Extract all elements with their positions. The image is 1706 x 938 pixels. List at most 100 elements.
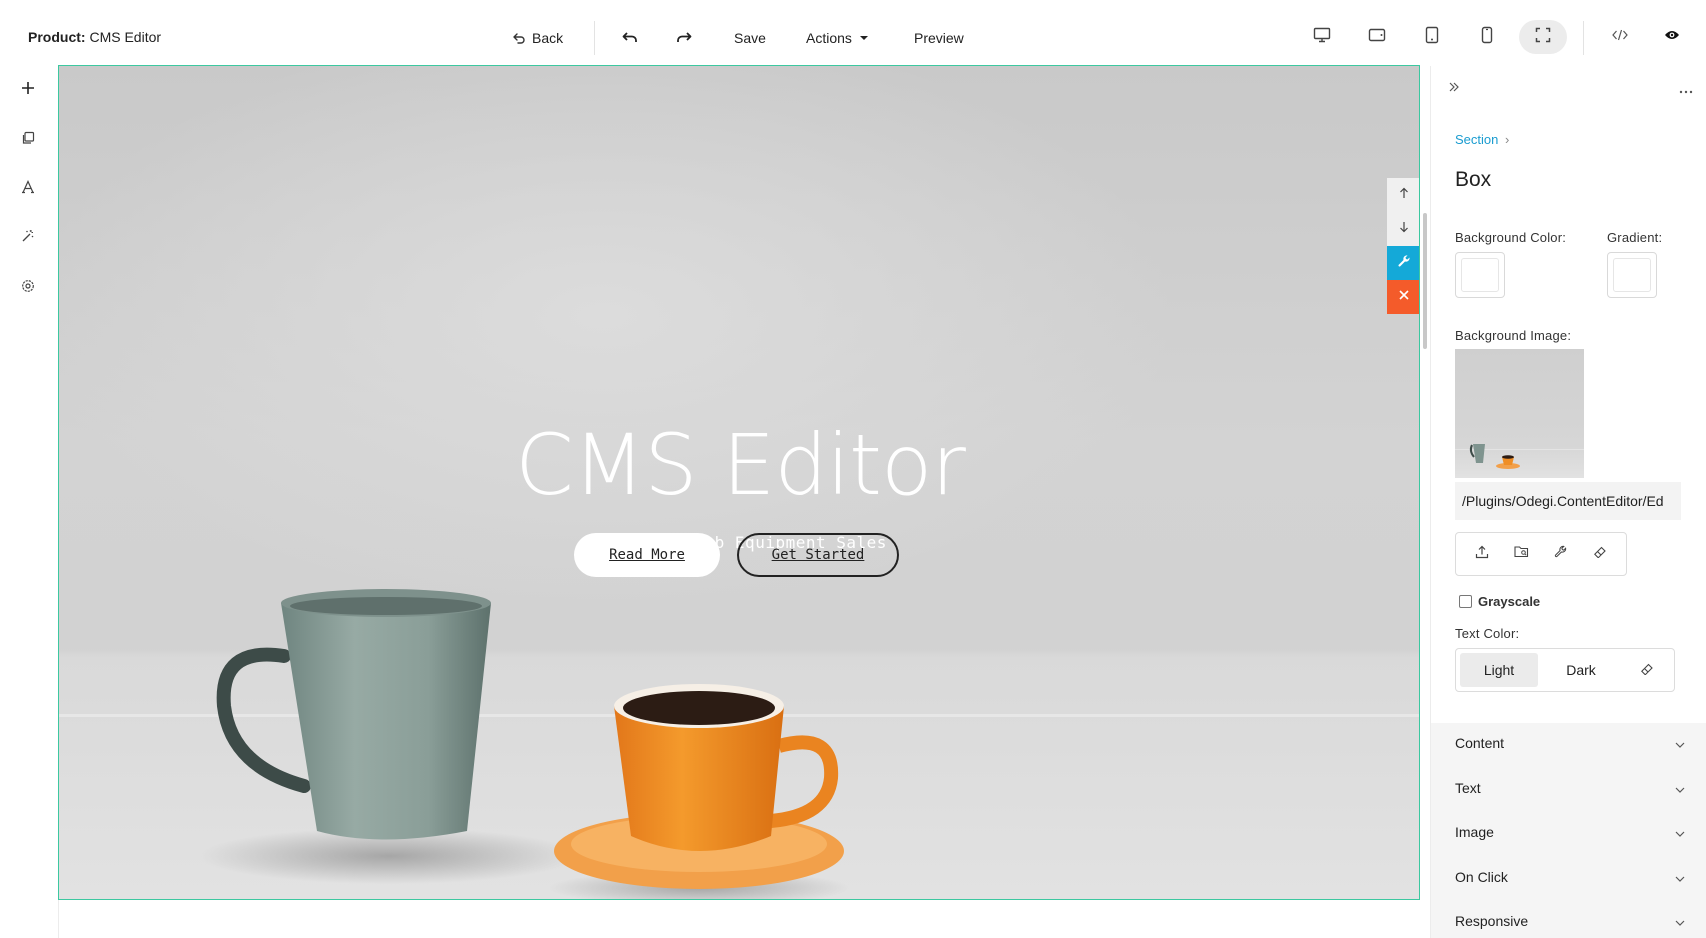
canvas-scrollbar[interactable]: [1423, 213, 1427, 349]
section-settings-button[interactable]: [1387, 246, 1419, 280]
redo-button[interactable]: [676, 20, 692, 56]
accordion-on-click[interactable]: On Click: [1431, 857, 1706, 897]
typography-icon: [21, 179, 35, 199]
accordion-label: On Click: [1455, 869, 1508, 885]
accordion-responsive[interactable]: Responsive: [1431, 901, 1706, 938]
plus-icon: [21, 81, 35, 100]
mobile-view-button[interactable]: [1463, 20, 1511, 54]
top-toolbar: Product: CMS Editor Back Save Actions Pr…: [0, 0, 1706, 66]
preview-button[interactable]: Preview: [914, 20, 964, 56]
close-icon: [1398, 288, 1410, 306]
tablet-portrait-icon: [1425, 26, 1439, 49]
text-color-dark-option[interactable]: Dark: [1538, 653, 1624, 687]
image-tools: [1455, 532, 1627, 576]
wrench-icon: [1397, 254, 1411, 273]
toolbar-divider: [594, 21, 595, 55]
eye-icon: [1664, 28, 1680, 46]
fullscreen-view-button[interactable]: [1519, 20, 1567, 54]
eraser-icon: [1593, 545, 1607, 564]
upload-image-button[interactable]: [1467, 539, 1497, 569]
clear-image-button[interactable]: [1585, 539, 1615, 569]
chevron-down-icon: [1675, 913, 1685, 929]
mobile-icon: [1481, 26, 1493, 49]
product-label: Product:: [28, 29, 86, 45]
typography-button[interactable]: [16, 177, 40, 201]
fullscreen-icon: [1535, 27, 1551, 48]
back-label: Back: [532, 30, 564, 46]
chevron-down-icon: [1675, 780, 1685, 796]
chevron-down-icon: [1675, 735, 1685, 751]
save-button[interactable]: Save: [734, 20, 766, 56]
properties-panel: Section › Box Background Color: Gradient…: [1430, 66, 1706, 938]
clear-text-color-button[interactable]: [1624, 653, 1670, 687]
folder-search-icon: [1514, 545, 1529, 563]
back-button[interactable]: Back: [512, 20, 563, 56]
design-tools-button[interactable]: [16, 226, 40, 250]
upload-icon: [1475, 545, 1489, 564]
back-icon: [512, 31, 526, 45]
breadcrumb-separator: ›: [1505, 132, 1510, 147]
grayscale-option: Grayscale: [1459, 594, 1540, 609]
magic-wand-icon: [21, 229, 35, 248]
accordion-label: Image: [1455, 824, 1494, 840]
accordion-label: Text: [1455, 780, 1481, 796]
panel-title: Box: [1455, 168, 1492, 191]
accordion-label: Content: [1455, 735, 1505, 751]
editor-canvas[interactable]: CMS Editor Built For Lab Equipment Sales…: [58, 65, 1420, 900]
tablet-landscape-view-button[interactable]: [1353, 20, 1401, 54]
visibility-toggle-button[interactable]: [1648, 20, 1696, 54]
background-image-path-input[interactable]: /Plugins/Odegi.ContentEditor/Ed: [1455, 482, 1681, 520]
get-started-button[interactable]: Get Started: [737, 533, 899, 577]
accordion-label: Responsive: [1455, 913, 1529, 929]
undo-button[interactable]: [622, 20, 638, 56]
move-down-button[interactable]: [1387, 212, 1419, 246]
product-title: Product: CMS Editor: [28, 29, 161, 45]
hero-title[interactable]: CMS Editor: [59, 416, 1419, 514]
wrench-icon: [1554, 545, 1567, 563]
browse-images-button[interactable]: [1506, 539, 1536, 569]
undo-icon: [622, 31, 638, 45]
desktop-icon: [1313, 27, 1331, 48]
actions-dropdown[interactable]: Actions: [806, 20, 868, 56]
caret-down-icon: [859, 35, 868, 41]
product-name: CMS Editor: [89, 29, 162, 45]
chevron-down-icon: [1675, 869, 1685, 885]
settings-button[interactable]: [16, 276, 40, 300]
blocks-library-button[interactable]: [16, 128, 40, 152]
add-block-button[interactable]: [16, 78, 40, 102]
double-chevron-right-icon: [1447, 81, 1461, 98]
actions-label: Actions: [806, 30, 852, 46]
breadcrumb-section[interactable]: Section: [1455, 132, 1498, 147]
chevron-down-icon: [1675, 824, 1685, 840]
grayscale-checkbox[interactable]: [1459, 595, 1472, 608]
desktop-view-button[interactable]: [1298, 20, 1346, 54]
copy-icon: [21, 131, 35, 150]
tablet-portrait-view-button[interactable]: [1408, 20, 1456, 54]
background-image-thumbnail[interactable]: [1455, 349, 1584, 478]
accordion-sections: Content Text Image On Click Responsive: [1431, 723, 1706, 938]
gradient-label: Gradient:: [1607, 230, 1663, 245]
background-color-picker[interactable]: [1455, 252, 1505, 298]
background-color-label: Background Color:: [1455, 230, 1567, 245]
text-color-label: Text Color:: [1455, 626, 1520, 641]
accordion-image[interactable]: Image: [1431, 812, 1706, 852]
image-settings-button[interactable]: [1546, 539, 1576, 569]
delete-section-button[interactable]: [1387, 280, 1419, 314]
read-more-button[interactable]: Read More: [574, 533, 720, 577]
collapse-panel-button[interactable]: [1447, 80, 1461, 99]
grayscale-label: Grayscale: [1478, 594, 1541, 609]
move-up-button[interactable]: [1387, 178, 1419, 212]
canvas-next-section: [58, 900, 1420, 938]
eraser-icon: [1640, 662, 1654, 679]
gradient-picker[interactable]: [1607, 252, 1657, 298]
html-code-button[interactable]: [1596, 20, 1644, 54]
redo-icon: [676, 31, 692, 45]
accordion-text[interactable]: Text: [1431, 768, 1706, 808]
arrow-down-icon: [1398, 220, 1410, 238]
accordion-content[interactable]: Content: [1431, 723, 1706, 763]
more-options-button[interactable]: [1679, 82, 1693, 100]
settings-icon: [21, 279, 35, 298]
breadcrumb[interactable]: Section ›: [1455, 132, 1509, 147]
text-color-light-option[interactable]: Light: [1460, 653, 1538, 687]
text-color-toggle: Light Dark: [1455, 648, 1675, 692]
